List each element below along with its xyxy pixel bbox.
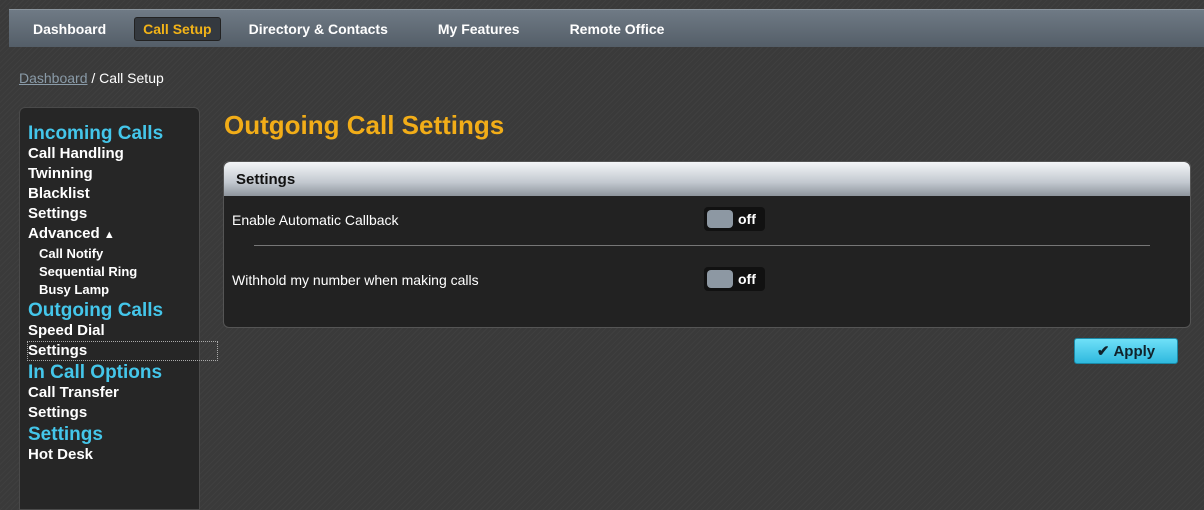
sidebar-item-incall-settings[interactable]: Settings xyxy=(28,403,199,423)
setting-label-withhold-number: Withhold my number when making calls xyxy=(232,272,479,288)
page-title: Outgoing Call Settings xyxy=(224,110,505,140)
panel-header: Settings xyxy=(224,162,1190,196)
sidebar-item-twinning[interactable]: Twinning xyxy=(28,164,199,184)
toggle-knob xyxy=(707,210,733,228)
nav-remote-office[interactable]: Remote Office xyxy=(562,18,673,40)
nav-directory-contacts[interactable]: Directory & Contacts xyxy=(241,18,396,40)
automatic-callback-toggle[interactable]: off xyxy=(704,207,765,231)
nav-call-setup[interactable]: Call Setup xyxy=(134,16,221,41)
sidebar-heading-settings[interactable]: Settings xyxy=(28,424,199,445)
setting-label-automatic-callback: Enable Automatic Callback xyxy=(232,212,399,228)
sidebar-item-sequential-ring[interactable]: Sequential Ring xyxy=(28,263,199,281)
top-navigation: Dashboard Call Setup Directory & Contact… xyxy=(9,9,1204,47)
settings-panel: Settings Enable Automatic Callback off W… xyxy=(223,161,1191,328)
sidebar-item-advanced-label: Advanced xyxy=(28,225,100,242)
sidebar-item-call-handling[interactable]: Call Handling xyxy=(28,144,199,164)
breadcrumb-current: Call Setup xyxy=(99,70,164,86)
toggle-knob xyxy=(707,270,733,288)
sidebar-item-call-notify[interactable]: Call Notify xyxy=(28,245,199,263)
sidebar-heading-in-call-options[interactable]: In Call Options xyxy=(28,362,199,383)
sidebar-item-advanced[interactable]: Advanced ▲ xyxy=(28,224,199,245)
sidebar-item-blacklist[interactable]: Blacklist xyxy=(28,184,199,204)
sidebar-item-call-transfer[interactable]: Call Transfer xyxy=(28,383,199,403)
sidebar: Incoming Calls Call Handling Twinning Bl… xyxy=(19,107,218,510)
caret-up-icon: ▲ xyxy=(103,229,115,241)
withhold-number-toggle[interactable]: off xyxy=(704,267,765,291)
breadcrumb: Dashboard / Call Setup xyxy=(19,70,164,86)
apply-button-label: Apply xyxy=(1113,342,1156,360)
sidebar-heading-outgoing-calls[interactable]: Outgoing Calls xyxy=(28,300,199,321)
nav-dashboard[interactable]: Dashboard xyxy=(23,18,114,40)
setting-row-automatic-callback: Enable Automatic Callback off xyxy=(224,196,1190,256)
sidebar-item-busy-lamp[interactable]: Busy Lamp xyxy=(28,281,199,299)
divider xyxy=(254,245,1150,246)
toggle-state: off xyxy=(738,211,756,227)
nav-my-features[interactable]: My Features xyxy=(430,18,528,40)
sidebar-item-speed-dial[interactable]: Speed Dial xyxy=(28,321,199,341)
sidebar-item-incoming-settings[interactable]: Settings xyxy=(28,204,199,224)
setting-row-withhold-number: Withhold my number when making calls off xyxy=(224,256,1190,316)
sidebar-item-hot-desk[interactable]: Hot Desk xyxy=(28,445,199,465)
sidebar-item-outgoing-settings[interactable]: Settings xyxy=(27,341,218,361)
checkmark-icon: ✔ xyxy=(1096,343,1110,360)
sidebar-heading-incoming-calls[interactable]: Incoming Calls xyxy=(28,123,199,144)
apply-button[interactable]: ✔ Apply xyxy=(1074,338,1178,364)
toggle-state: off xyxy=(738,271,756,287)
breadcrumb-separator: / xyxy=(87,70,100,86)
breadcrumb-dashboard-link[interactable]: Dashboard xyxy=(19,70,88,86)
